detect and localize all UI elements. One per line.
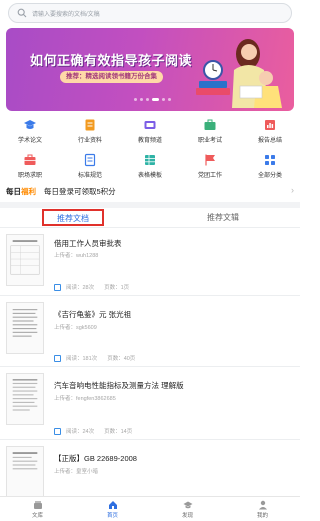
item-title: 借用工作人员审批表 bbox=[54, 239, 122, 248]
document-thumbnail bbox=[6, 302, 44, 354]
job-icon bbox=[23, 153, 37, 167]
category-item[interactable]: 表格模板 bbox=[120, 153, 180, 179]
nav-label: 首页 bbox=[106, 513, 118, 519]
item-uploader: 上传者：wuh1288 bbox=[54, 253, 99, 259]
discover-icon bbox=[183, 501, 192, 509]
category-label: 报告总结 bbox=[257, 138, 282, 144]
daily-bonus-row[interactable]: 每日 福利 每日登录可领取5积分 › bbox=[6, 183, 294, 199]
category-item[interactable]: 职场求职 bbox=[0, 153, 60, 179]
list-item[interactable]: 【正版】GB 22689-2008 上传者：皇室小暗 bbox=[0, 441, 300, 498]
item-uploader: 上传者：sgk5609 bbox=[54, 325, 97, 331]
table-icon bbox=[143, 153, 157, 167]
document-thumbnail bbox=[6, 446, 44, 498]
education-icon bbox=[143, 118, 157, 132]
document-thumbnail bbox=[6, 234, 44, 286]
nav-discover[interactable]: 发现 bbox=[150, 497, 225, 521]
banner-headline: 如何正确有效指导孩子阅读 bbox=[30, 53, 193, 68]
standard-icon bbox=[83, 153, 97, 167]
search-icon bbox=[17, 8, 27, 18]
flag-icon bbox=[203, 153, 217, 167]
category-item[interactable]: 报告总结 bbox=[240, 118, 300, 144]
graduation-cap-icon bbox=[23, 118, 37, 132]
item-title: 汽车音响电性能指标及测量方法 理解版 bbox=[54, 381, 184, 390]
item-reads: 阅读：28次 bbox=[66, 285, 95, 291]
list-item[interactable]: 借用工作人员审批表 上传者：wuh1288 阅读：28次 页数：1页 bbox=[0, 229, 300, 296]
daily-prefix: 每日 bbox=[6, 186, 21, 196]
nav-label: 我的 bbox=[256, 513, 268, 519]
category-label: 教育频道 bbox=[137, 138, 162, 144]
document-thumbnail bbox=[6, 373, 44, 425]
promo-banner[interactable]: 如何正确有效指导孩子阅读 推荐：精选阅读领书籍万份合集 bbox=[6, 28, 294, 111]
doc-icon bbox=[54, 283, 61, 291]
briefcase-icon bbox=[203, 118, 217, 132]
doc-icon bbox=[54, 354, 61, 362]
search-input[interactable]: 请输入要搜索的文档/文稿 bbox=[8, 3, 292, 23]
category-item[interactable]: 党团工作 bbox=[180, 153, 240, 179]
nav-home[interactable]: 首页 bbox=[75, 497, 150, 521]
item-uploader: 上传者：皇室小暗 bbox=[54, 469, 99, 475]
nav-label: 发现 bbox=[181, 513, 193, 519]
category-label: 全部分类 bbox=[257, 173, 282, 179]
search-placeholder: 请输入要搜索的文档/文稿 bbox=[32, 11, 100, 18]
category-label: 行业资料 bbox=[77, 138, 102, 144]
item-title: 《吉行龟鉴》元 张光祖 bbox=[54, 310, 132, 319]
item-reads: 阅读：181次 bbox=[66, 356, 98, 362]
category-label: 职场求职 bbox=[17, 173, 42, 179]
report-icon bbox=[263, 118, 277, 132]
document-icon bbox=[83, 118, 97, 132]
doc-tabs: 推荐文档 推荐文辑 bbox=[0, 208, 300, 228]
item-title: 【正版】GB 22689-2008 bbox=[54, 454, 137, 463]
category-grid: 学术论文 行业资料 教育频道 职业考试 报告总结 职场求职 标准规范 表格模板 … bbox=[0, 118, 300, 179]
category-label: 党团工作 bbox=[197, 173, 222, 179]
category-label: 表格模板 bbox=[137, 173, 162, 179]
item-pages: 页数：40页 bbox=[107, 356, 136, 362]
mother-child-reading-illustration bbox=[196, 39, 282, 108]
search-bar: 请输入要搜索的文档/文稿 bbox=[0, 0, 300, 26]
home-icon bbox=[108, 501, 117, 509]
category-item[interactable]: 行业资料 bbox=[60, 118, 120, 144]
nav-library[interactable]: 文库 bbox=[0, 497, 75, 521]
item-meta: 阅读：24次 页数：14页 bbox=[54, 427, 132, 435]
banner-pagination bbox=[134, 98, 171, 101]
list-item[interactable]: 汽车音响电性能指标及测量方法 理解版 上传者：fengfen3862685 阅读… bbox=[0, 368, 300, 440]
category-item[interactable]: 学术论文 bbox=[0, 118, 60, 144]
nav-profile[interactable]: 我的 bbox=[225, 497, 300, 521]
library-icon bbox=[33, 501, 42, 509]
category-label: 职业考试 bbox=[197, 138, 222, 144]
item-reads: 阅读：24次 bbox=[66, 429, 95, 435]
tab-recommended-docs[interactable]: 推荐文档 bbox=[42, 209, 104, 226]
user-icon bbox=[258, 500, 267, 510]
doc-icon bbox=[54, 427, 61, 435]
grid-icon bbox=[263, 153, 277, 167]
daily-text: 每日登录可领取5积分 bbox=[44, 186, 116, 196]
tab-recommended-collections[interactable]: 推荐文辑 bbox=[207, 212, 239, 223]
item-pages: 页数：1页 bbox=[104, 285, 130, 291]
item-meta: 阅读：181次 页数：40页 bbox=[54, 354, 135, 362]
nav-label: 文库 bbox=[31, 513, 43, 519]
category-item[interactable]: 全部分类 bbox=[240, 153, 300, 179]
category-item[interactable]: 标准规范 bbox=[60, 153, 120, 179]
banner-subline: 推荐：精选阅读领书籍万份合集 bbox=[60, 71, 163, 83]
category-item[interactable]: 职业考试 bbox=[180, 118, 240, 144]
item-uploader: 上传者：fengfen3862685 bbox=[54, 396, 116, 402]
item-meta: 阅读：28次 页数：1页 bbox=[54, 283, 129, 291]
chevron-right-icon: › bbox=[291, 185, 294, 195]
bottom-nav: 文库 首页 发现 我的 bbox=[0, 496, 300, 521]
item-pages: 页数：14页 bbox=[104, 429, 133, 435]
category-label: 学术论文 bbox=[17, 138, 42, 144]
category-item[interactable]: 教育频道 bbox=[120, 118, 180, 144]
list-item[interactable]: 《吉行龟鉴》元 张光祖 上传者：sgk5609 阅读：181次 页数：40页 bbox=[0, 297, 300, 367]
daily-highlight: 福利 bbox=[21, 186, 36, 196]
category-label: 标准规范 bbox=[77, 173, 102, 179]
